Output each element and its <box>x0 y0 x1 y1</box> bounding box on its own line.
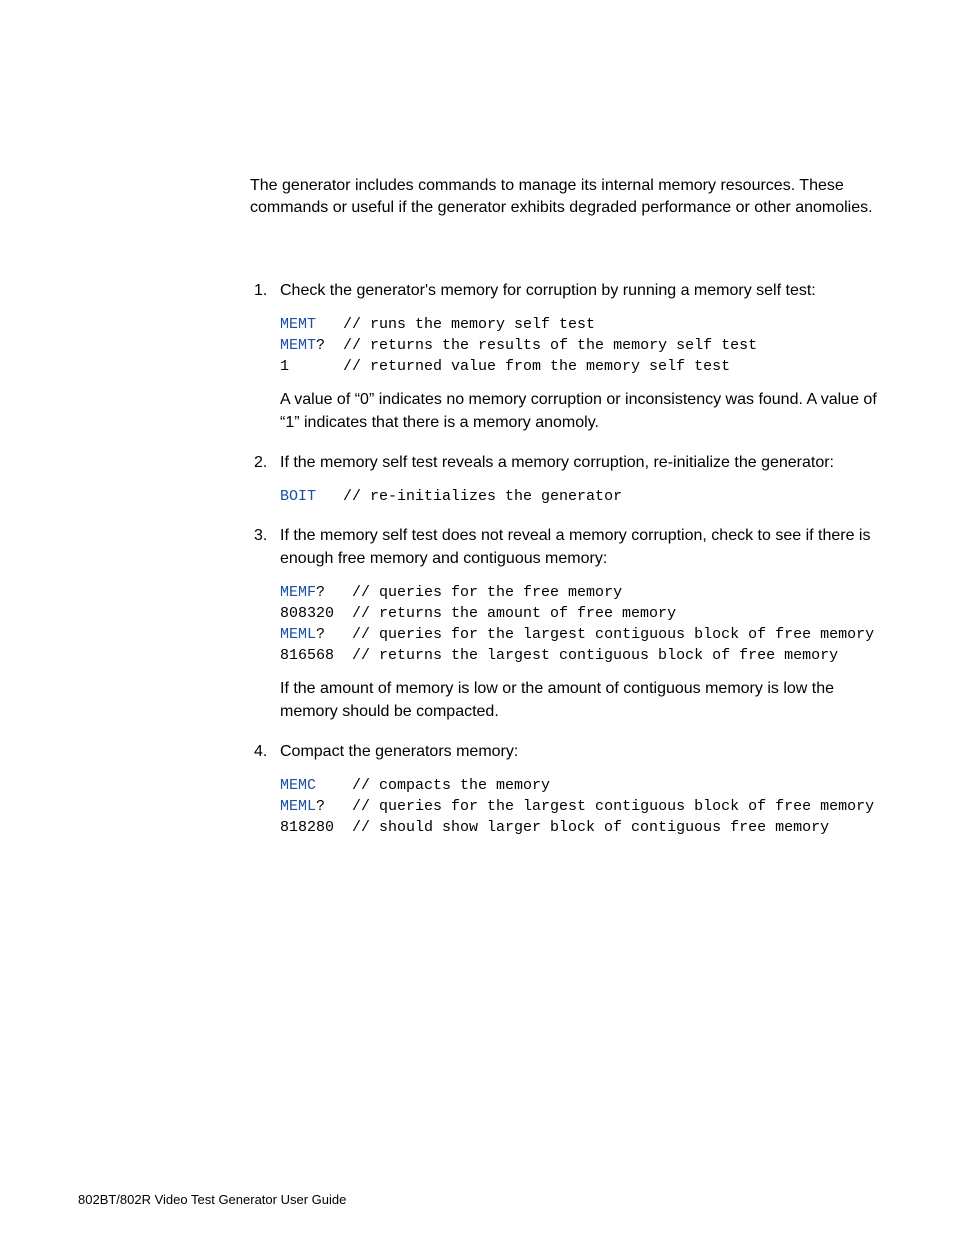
code-text: ? // queries for the free memory <box>316 584 622 601</box>
step-2-text: If the memory self test reveals a memory… <box>280 452 889 474</box>
page-footer: 802BT/802R Video Test Generator User Gui… <box>78 1192 346 1207</box>
step-1-code: MEMT // runs the memory self test MEMT? … <box>280 314 889 377</box>
cmd-meml-2: MEML <box>280 798 316 815</box>
code-text: 818280 // should show larger block of co… <box>280 819 829 836</box>
step-3-text: If the memory self test does not reveal … <box>280 525 889 570</box>
cmd-memf: MEMF <box>280 584 316 601</box>
code-text: // compacts the memory <box>316 777 550 794</box>
code-text: 1 // returned value from the memory self… <box>280 358 730 375</box>
code-text: ? // queries for the largest contiguous … <box>316 626 874 643</box>
code-text: 808320 // returns the amount of free mem… <box>280 605 676 622</box>
cmd-memt: MEMT <box>280 316 316 333</box>
code-text: 816568 // returns the largest contiguous… <box>280 647 838 664</box>
code-text: ? // queries for the largest contiguous … <box>316 798 874 815</box>
code-text: ? // returns the results of the memory s… <box>316 337 757 354</box>
step-4: Compact the generators memory: MEMC // c… <box>250 741 889 838</box>
step-3: If the memory self test does not reveal … <box>250 525 889 723</box>
cmd-memt-q: MEMT <box>280 337 316 354</box>
step-1: Check the generator's memory for corrupt… <box>250 280 889 434</box>
step-1-followup: A value of “0” indicates no memory corru… <box>280 389 889 434</box>
cmd-meml: MEML <box>280 626 316 643</box>
step-2: If the memory self test reveals a memory… <box>250 452 889 507</box>
step-4-text: Compact the generators memory: <box>280 741 889 763</box>
steps-list: Check the generator's memory for corrupt… <box>250 280 889 839</box>
code-text: // runs the memory self test <box>316 316 595 333</box>
step-3-followup: If the amount of memory is low or the am… <box>280 678 889 723</box>
cmd-boit: BOIT <box>280 488 316 505</box>
page-content: The generator includes commands to manag… <box>0 0 954 838</box>
cmd-memc: MEMC <box>280 777 316 794</box>
step-1-text: Check the generator's memory for corrupt… <box>280 280 889 302</box>
step-3-code: MEMF? // queries for the free memory 808… <box>280 582 889 666</box>
step-4-code: MEMC // compacts the memory MEML? // que… <box>280 775 889 838</box>
step-2-code: BOIT // re-initializes the generator <box>280 486 889 507</box>
code-text: // re-initializes the generator <box>316 488 622 505</box>
intro-paragraph: The generator includes commands to manag… <box>250 175 889 220</box>
